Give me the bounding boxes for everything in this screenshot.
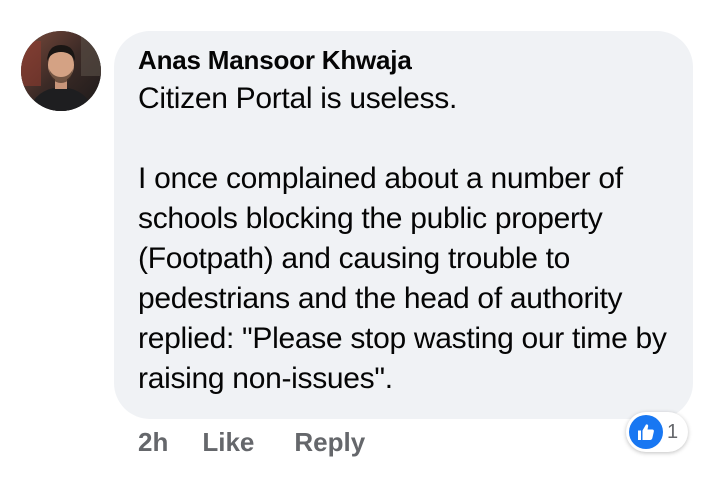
comment-paragraph: I once complained about a number of scho…: [138, 162, 667, 395]
comment-body: Citizen Portal is useless. I once compla…: [138, 79, 673, 399]
like-button[interactable]: Like: [202, 424, 254, 460]
comment-actions: 2h Like Reply: [138, 424, 365, 460]
comment-timestamp[interactable]: 2h: [138, 424, 168, 460]
reply-button[interactable]: Reply: [294, 424, 365, 460]
comment-author[interactable]: Anas Mansoor Khwaja: [138, 44, 673, 76]
reactions-badge[interactable]: 1: [626, 412, 689, 452]
comment-bubble: Anas Mansoor Khwaja Citizen Portal is us…: [114, 31, 693, 419]
avatar[interactable]: [21, 31, 101, 111]
profile-photo: [21, 31, 101, 111]
thumbs-up-icon: [629, 415, 663, 449]
comment-paragraph: Citizen Portal is useless.: [138, 82, 457, 115]
comment-screen: Anas Mansoor Khwaja Citizen Portal is us…: [0, 0, 713, 477]
reaction-count: 1: [667, 421, 679, 443]
